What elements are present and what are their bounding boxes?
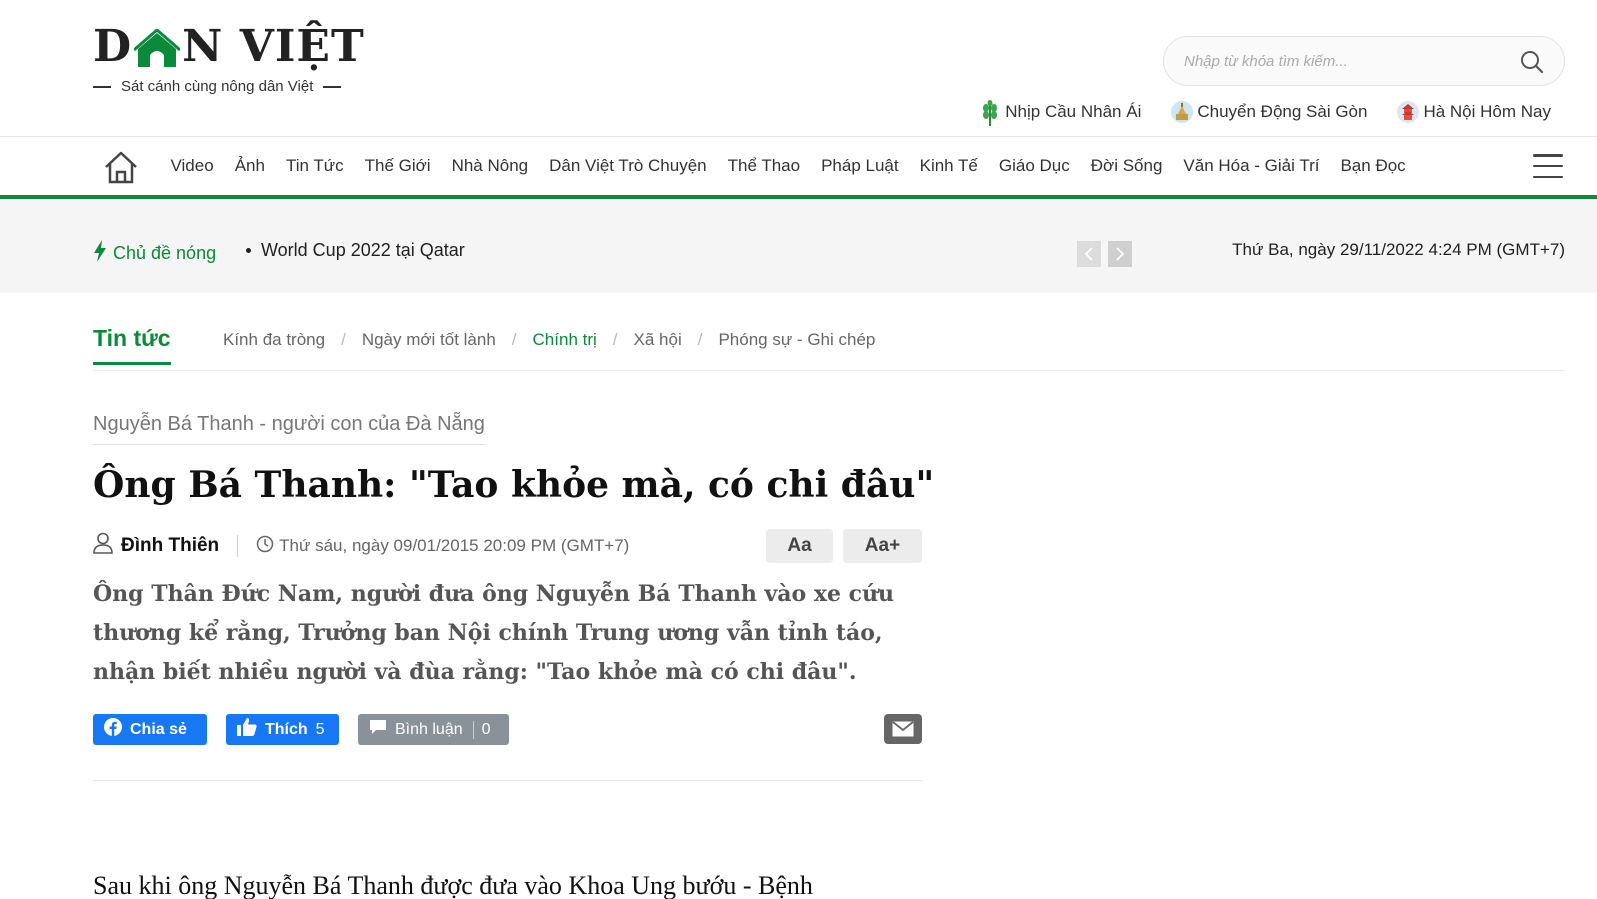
- article-summary: Ông Thân Đức Nam, người đưa ông Nguyễn B…: [93, 581, 895, 685]
- quick-link-label: Hà Nội Hôm Nay: [1423, 102, 1551, 121]
- current-date: Thứ Ba, ngày 29/11/2022 4:24 PM (GMT+7): [1232, 240, 1565, 259]
- hot-topic-text: World Cup 2022 tại Qatar: [261, 240, 465, 260]
- nav-item-dan-viet-tro-chuyen[interactable]: Dân Việt Trò Chuyện: [539, 156, 718, 176]
- nav-item-ban-doc[interactable]: Bạn Đọc: [1330, 156, 1416, 176]
- category-tabs: Tin tức Kính đa tròng / Ngày mới tốt làn…: [93, 293, 1565, 371]
- thumbs-up-icon: [237, 718, 257, 741]
- search-icon[interactable]: [1520, 50, 1544, 74]
- comment-icon: [369, 719, 387, 740]
- logo-letter: D: [93, 21, 133, 72]
- nav-item-doi-song[interactable]: Đời Sống: [1080, 156, 1173, 176]
- article-divider: [93, 780, 922, 781]
- nav-item-tin-tuc[interactable]: Tin Tức: [275, 156, 354, 176]
- quick-link-ha-noi[interactable]: Hà Nội Hôm Nay: [1397, 100, 1551, 124]
- article-author[interactable]: Đình Thiên: [93, 532, 219, 560]
- quick-link-label: Chuyển Động Sài Gòn: [1197, 102, 1368, 121]
- landmark-icon: [1171, 100, 1194, 124]
- nav-item-the-thao[interactable]: Thể Thao: [717, 156, 810, 176]
- search-box: [1163, 36, 1565, 86]
- font-size-normal-button[interactable]: Aa: [766, 529, 833, 563]
- bullet-icon: [246, 248, 251, 253]
- next-topic-button[interactable]: [1108, 241, 1132, 267]
- site-header: D N VIỆT Sát cánh cùng nông dân Việt Nhậ…: [0, 0, 1597, 137]
- lightning-icon: [93, 240, 107, 267]
- article-title: Ông Bá Thanh: "Tao khỏe mà, có chi đâu": [93, 464, 935, 506]
- hot-topics-label: Chủ đề nóng: [93, 240, 216, 267]
- article-time: Thứ sáu, ngày 09/01/2015 20:09 PM (GMT+7…: [256, 535, 629, 558]
- facebook-icon: [104, 718, 122, 741]
- logo-wordmark: D N VIỆT: [93, 20, 383, 74]
- email-share-button[interactable]: [884, 714, 922, 744]
- publish-time: Thứ sáu, ngày 09/01/2015 20:09 PM (GMT+7…: [279, 536, 630, 555]
- user-icon: [93, 532, 113, 560]
- share-label: Chia sẻ: [130, 720, 187, 738]
- nav-item-the-gioi[interactable]: Thế Giới: [354, 156, 441, 176]
- share-bar: Chia sẻ Thích 5 Bình luận 0: [93, 714, 922, 746]
- subcategory-phong-su-ghi-chep[interactable]: Phóng sự - Ghi chép: [718, 330, 875, 350]
- quick-link-label: Nhịp Cầu Nhân Ái: [1005, 102, 1142, 121]
- house-logo-icon: [133, 28, 182, 68]
- hamburger-menu-icon[interactable]: [1533, 154, 1563, 178]
- article-body-first-line: Sau khi ông Nguyễn Bá Thanh được đưa vào…: [93, 871, 813, 899]
- nav-item-video[interactable]: Video: [160, 156, 224, 176]
- chevron-right-icon: [1116, 247, 1125, 261]
- subcategory-kinh-da-trong[interactable]: Kính đa tròng: [223, 330, 325, 350]
- comment-button[interactable]: Bình luận 0: [358, 714, 509, 745]
- subcategory-chinh-tri[interactable]: Chính trị: [533, 330, 597, 350]
- quick-link-sai-gon[interactable]: Chuyển Động Sài Gòn: [1171, 100, 1367, 124]
- home-icon[interactable]: [102, 148, 140, 186]
- hot-label-text: Chủ đề nóng: [113, 243, 217, 263]
- prev-topic-button[interactable]: [1077, 241, 1101, 267]
- nav-item-nha-nong[interactable]: Nhà Nông: [441, 156, 539, 176]
- article-series-link[interactable]: Nguyễn Bá Thanh - người con của Đà Nẵng: [93, 413, 485, 445]
- like-count: 5: [315, 720, 325, 738]
- comment-label: Bình luận: [395, 720, 463, 738]
- nav-item-kinh-te[interactable]: Kinh Tế: [909, 156, 988, 176]
- article-meta: Đình Thiên Thứ sáu, ngày 09/01/2015 20:0…: [93, 529, 922, 563]
- subcategory-ngay-moi-tot-lanh[interactable]: Ngày mới tốt lành: [362, 330, 496, 350]
- facebook-like-button[interactable]: Thích 5: [226, 714, 339, 745]
- author-name: Đình Thiên: [121, 535, 220, 556]
- category-main-tab[interactable]: Tin tức: [93, 325, 171, 365]
- logo-letters: N VIỆT: [182, 21, 365, 72]
- logo-tagline: Sát cánh cùng nông dân Việt: [93, 78, 383, 95]
- nav-items: Video Ảnh Tin Tức Thế Giới Nhà Nông Dân …: [160, 137, 1416, 195]
- nav-item-giao-duc[interactable]: Giáo Dục: [988, 156, 1080, 176]
- main-navigation: Video Ảnh Tin Tức Thế Giới Nhà Nông Dân …: [0, 137, 1597, 199]
- site-logo[interactable]: D N VIỆT Sát cánh cùng nông dân Việt: [93, 20, 383, 100]
- quick-links: Nhịp Cầu Nhân Ái Chuyển Động Sài Gòn Hà …: [979, 100, 1551, 126]
- subcategory-xa-hoi[interactable]: Xã hội: [634, 330, 682, 350]
- facebook-share-button[interactable]: Chia sẻ: [93, 714, 207, 745]
- envelope-icon: [892, 721, 914, 737]
- search-input[interactable]: [1184, 37, 1504, 85]
- clock-icon: [256, 535, 274, 558]
- tagline-text: Sát cánh cùng nông dân Việt: [121, 78, 314, 95]
- hot-topics-bar: Chủ đề nóng World Cup 2022 tại Qatar Thứ…: [0, 199, 1597, 293]
- font-size-increase-button[interactable]: Aa+: [843, 529, 922, 563]
- nav-item-van-hoa-giai-tri[interactable]: Văn Hóa - Giải Trí: [1173, 156, 1330, 176]
- chevron-left-icon: [1084, 247, 1093, 261]
- quick-link-nhip-cau[interactable]: Nhịp Cầu Nhân Ái: [979, 100, 1142, 126]
- nav-item-phap-luat[interactable]: Pháp Luật: [811, 156, 910, 176]
- hot-topic-link[interactable]: World Cup 2022 tại Qatar: [246, 240, 465, 261]
- pagoda-icon: [1397, 100, 1420, 124]
- nav-item-anh[interactable]: Ảnh: [224, 156, 275, 176]
- wheat-icon: [979, 100, 1001, 126]
- comment-count: 0: [472, 720, 491, 739]
- subcategory-list: Kính đa tròng / Ngày mới tốt lành / Chín…: [223, 330, 876, 350]
- like-label: Thích: [265, 720, 308, 738]
